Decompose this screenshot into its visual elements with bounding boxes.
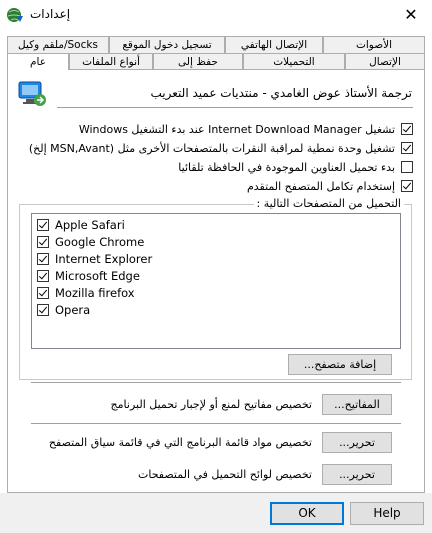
option-run-on-startup[interactable]: تشغيل Internet Download Manager عند بدء … — [79, 121, 413, 137]
browser-label: Opera — [55, 303, 91, 317]
browser-item-ie[interactable]: Internet Explorer — [37, 251, 152, 267]
divider — [31, 382, 401, 383]
browser-item-edge[interactable]: Microsoft Edge — [37, 268, 140, 284]
option-label: إستخدام تكامل المتصفح المتقدم — [246, 179, 395, 193]
title-bar: إعدادات ✕ — [0, 0, 432, 30]
browser-item-firefox[interactable]: Mozilla firefox — [37, 285, 135, 301]
ok-button[interactable]: OK — [270, 502, 344, 525]
tab-socks-proxy[interactable]: Socks/ملقم وكيل — [7, 36, 109, 53]
option-label: بدء تحميل العناوين الموجودة في الحافظة ت… — [178, 160, 395, 174]
divider — [31, 423, 401, 424]
checkbox[interactable] — [401, 142, 413, 154]
tab-file-types[interactable]: أنواع الملفات — [69, 53, 153, 70]
checkbox[interactable] — [401, 180, 413, 192]
edit-context-menu-button[interactable]: تحرير... — [322, 432, 392, 453]
checkbox[interactable] — [37, 236, 49, 248]
idm-globe-icon — [7, 8, 23, 22]
checkbox[interactable] — [37, 219, 49, 231]
option-label: تشغيل وحدة نمطية لمراقبة النقرات بالمتصف… — [28, 141, 395, 155]
help-button[interactable]: Help — [350, 502, 424, 525]
checkbox[interactable] — [401, 123, 413, 135]
browser-label: Apple Safari — [55, 218, 125, 232]
checkbox[interactable] — [37, 304, 49, 316]
browser-label: Internet Explorer — [55, 252, 153, 266]
tab-save-to[interactable]: حفظ إلى — [153, 53, 243, 70]
tab-site-logins[interactable]: تسجيل دخول الموقع — [109, 36, 225, 53]
tab-connection[interactable]: الإتصال — [345, 53, 425, 70]
browsers-list[interactable]: Apple Safari Google Chrome Internet Expl… — [31, 213, 401, 349]
monitor-arrow-icon — [18, 81, 46, 106]
edit-download-panels-button[interactable]: تحرير... — [322, 464, 392, 485]
browser-label: Microsoft Edge — [55, 269, 140, 283]
tab-dial-up[interactable]: الإتصال الهاتفي — [225, 36, 323, 53]
checkbox[interactable] — [37, 253, 49, 265]
browser-label: Mozilla firefox — [55, 286, 135, 300]
keys-button[interactable]: المفاتيح... — [322, 394, 392, 415]
option-monitor-clicks[interactable]: تشغيل وحدة نمطية لمراقبة النقرات بالمتصف… — [29, 140, 413, 156]
browser-label: Google Chrome — [55, 235, 145, 249]
checkbox[interactable] — [401, 161, 413, 173]
tab-general[interactable]: عام — [7, 53, 69, 70]
add-browser-button[interactable]: إضافة متصفح... — [288, 354, 392, 375]
checkbox[interactable] — [37, 287, 49, 299]
window-title: إعدادات — [30, 7, 71, 21]
tab-row-back: Socks/ملقم وكيل تسجيل دخول الموقع الإتصا… — [7, 36, 425, 53]
tab-sounds[interactable]: الأصوات — [323, 36, 425, 53]
context-menu-description: تخصيص مواد قائمة البرنامج التي في قائمة … — [48, 436, 312, 449]
tab-downloads[interactable]: التحميلات — [243, 53, 345, 70]
browser-item-opera[interactable]: Opera — [37, 302, 90, 318]
option-advanced-integration[interactable]: إستخدام تكامل المتصفح المتقدم — [247, 178, 413, 194]
browser-item-chrome[interactable]: Google Chrome — [37, 234, 144, 250]
header-divider — [57, 107, 413, 108]
close-button[interactable]: ✕ — [400, 4, 422, 26]
browsers-group-label: التحميل من المتصفحات التالية : — [253, 197, 404, 210]
keys-description: تخصيص مفاتيح لمنع أو لإجبار تحميل البرنا… — [110, 398, 312, 411]
option-label: تشغيل Internet Download Manager عند بدء … — [78, 122, 395, 136]
checkbox[interactable] — [37, 270, 49, 282]
tab-row-front: عام أنواع الملفات حفظ إلى التحميلات الإت… — [7, 53, 425, 70]
browser-item-safari[interactable]: Apple Safari — [37, 217, 125, 233]
option-clipboard-auto[interactable]: بدء تحميل العناوين الموجودة في الحافظة ت… — [178, 159, 413, 175]
translator-credit: ترجمة الأستاذ عوض الغامدي - منتديات عميد… — [150, 86, 412, 100]
download-panels-description: تخصيص لوائح التحميل في المتصفحات — [138, 468, 312, 481]
